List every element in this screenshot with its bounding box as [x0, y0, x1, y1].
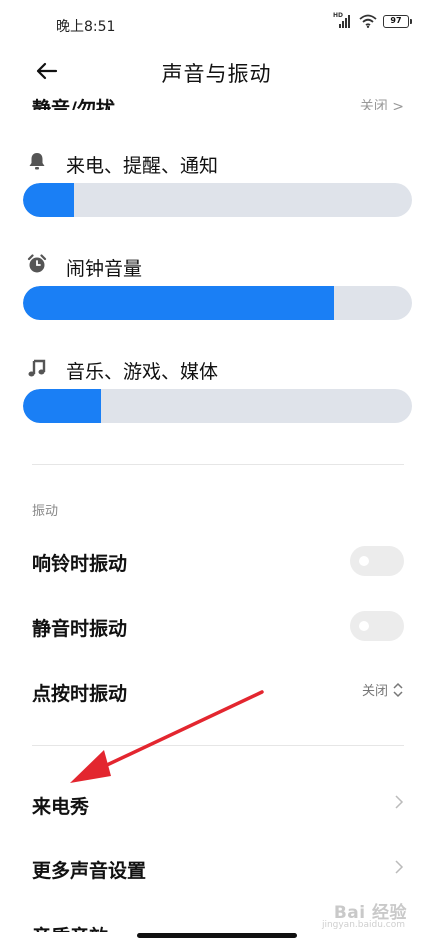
ring-vibrate-toggle[interactable]: [350, 546, 404, 576]
more-sound-settings-label[interactable]: 更多声音设置: [32, 856, 146, 883]
ringtone-volume-label: 来电、提醒、通知: [66, 155, 219, 177]
incoming-call-show-label[interactable]: 来电秀: [32, 792, 89, 819]
section-divider: [32, 464, 404, 465]
hd-badge: HD: [333, 12, 344, 19]
home-indicator[interactable]: [137, 933, 297, 938]
watermark-subtext: jingyan.baidu.com: [321, 920, 405, 930]
touch-vibrate-label[interactable]: 点按时振动: [32, 679, 127, 706]
ringtone-volume-slider[interactable]: [23, 183, 412, 217]
vibration-section-title: 振动: [32, 504, 59, 519]
up-down-chevron-icon: [393, 682, 403, 697]
do-not-disturb-label: 静音/勿扰: [32, 98, 115, 110]
sound-quality-label: 音质音效: [32, 922, 108, 932]
chevron-right-icon: [395, 860, 404, 874]
media-volume-fill: [23, 389, 101, 423]
do-not-disturb-value: 关闭 >: [359, 99, 404, 110]
alarm-volume-slider[interactable]: [23, 286, 412, 320]
silent-vibrate-toggle[interactable]: [350, 611, 404, 641]
bell-icon: [29, 153, 45, 170]
status-icons: HD 97: [333, 12, 412, 28]
music-note-icon: [28, 359, 46, 377]
toggle-knob: [359, 556, 369, 566]
media-volume-slider[interactable]: [23, 389, 412, 423]
alarm-volume-fill: [23, 286, 335, 320]
wifi-icon: [359, 14, 377, 28]
touch-vibrate-value: 关闭: [361, 684, 388, 699]
page-title: 声音与振动: [161, 62, 272, 86]
alarm-clock-icon: [27, 254, 47, 273]
status-time: 晚上8:51: [56, 19, 116, 35]
alarm-volume-label: 闹钟音量: [66, 258, 143, 280]
battery-icon: 97: [383, 14, 412, 28]
ringtone-volume-fill: [23, 183, 74, 217]
ring-vibrate-label: 响铃时振动: [32, 553, 128, 575]
media-volume-label: 音乐、游戏、媒体: [66, 361, 219, 383]
silent-vibrate-label: 静音时振动: [32, 618, 128, 640]
section-divider: [32, 745, 404, 746]
touch-vibrate-selector[interactable]: 关闭: [362, 680, 404, 699]
cellular-signal-icon: HD: [333, 12, 353, 28]
battery-level: 97: [390, 16, 402, 25]
chevron-right-icon: [395, 795, 404, 809]
toggle-knob: [359, 621, 369, 631]
sound-quality-row-partial[interactable]: 音质音效: [32, 918, 232, 932]
do-not-disturb-row[interactable]: 静音/勿扰 关闭 >: [32, 88, 404, 110]
